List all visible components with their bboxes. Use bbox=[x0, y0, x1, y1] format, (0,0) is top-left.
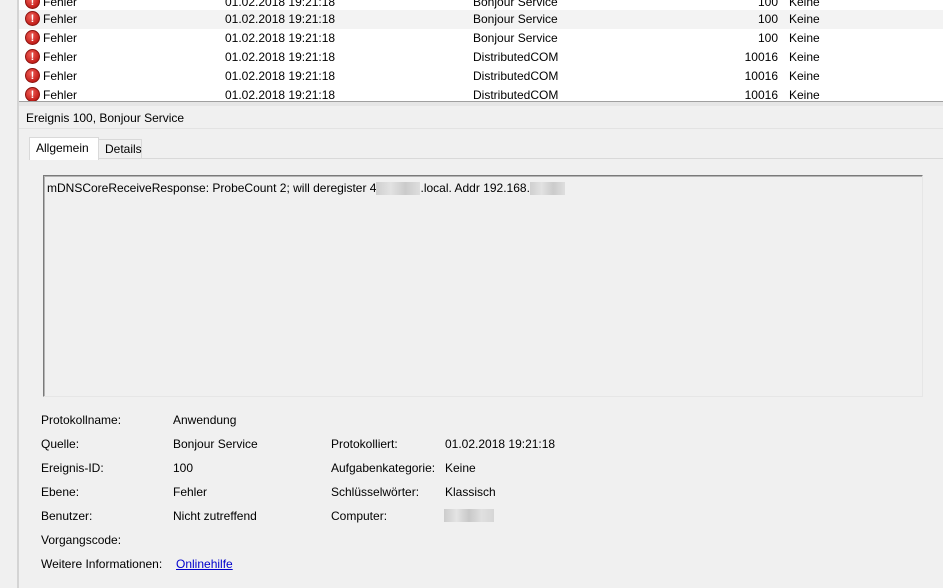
event-id-cell: 100 bbox=[757, 31, 778, 45]
date-cell: 01.02.2018 19:21:18 bbox=[225, 0, 336, 9]
redacted-hostname bbox=[376, 182, 421, 195]
logged-value: 01.02.2018 19:21:18 bbox=[445, 437, 556, 451]
table-row[interactable]: ! Fehler 01.02.2018 19:21:18 Distributed… bbox=[19, 67, 943, 86]
category-cell: Keine bbox=[789, 50, 820, 64]
error-icon: ! bbox=[25, 87, 40, 101]
message-text-part2: .local. Addr 192.168. bbox=[420, 181, 530, 195]
error-icon: ! bbox=[25, 30, 40, 45]
date-cell: 01.02.2018 19:21:18 bbox=[225, 69, 336, 83]
category-cell: Keine bbox=[789, 0, 820, 9]
log-name-value: Anwendung bbox=[173, 413, 237, 427]
event-message: mDNSCoreReceiveResponse: ProbeCount 2; w… bbox=[47, 181, 565, 195]
level-cell: Fehler bbox=[43, 31, 78, 45]
error-icon: ! bbox=[25, 0, 40, 9]
level-cell: Fehler bbox=[43, 0, 78, 9]
level-label: Ebene: bbox=[41, 485, 80, 499]
divider bbox=[19, 128, 943, 129]
redacted-address bbox=[529, 182, 565, 195]
date-cell: 01.02.2018 19:21:18 bbox=[225, 88, 336, 101]
category-cell: Keine bbox=[789, 12, 820, 26]
table-row[interactable]: ! Fehler 01.02.2018 19:21:18 Bonjour Ser… bbox=[19, 29, 943, 48]
redacted-computer-name bbox=[444, 509, 494, 522]
event-id-label: Ereignis-ID: bbox=[41, 461, 104, 475]
table-row[interactable]: ! Fehler 01.02.2018 19:21:18 Distributed… bbox=[19, 48, 943, 67]
event-id-cell: 100 bbox=[757, 12, 778, 26]
computer-label: Computer: bbox=[331, 509, 388, 523]
error-icon: ! bbox=[25, 68, 40, 83]
source-cell: Bonjour Service bbox=[473, 0, 558, 9]
keywords-label: Schlüsselwörter: bbox=[331, 485, 420, 499]
date-cell: 01.02.2018 19:21:18 bbox=[225, 31, 336, 45]
tab-panel-border bbox=[29, 158, 943, 159]
error-icon: ! bbox=[25, 11, 40, 26]
task-category-value: Keine bbox=[445, 461, 476, 475]
message-text-part1: mDNSCoreReceiveResponse: ProbeCount 2; w… bbox=[47, 181, 377, 195]
source-label: Quelle: bbox=[41, 437, 80, 451]
level-cell: Fehler bbox=[43, 12, 78, 26]
level-cell: Fehler bbox=[43, 88, 78, 101]
more-info-label: Weitere Informationen: bbox=[41, 557, 163, 571]
date-cell: 01.02.2018 19:21:18 bbox=[225, 12, 336, 26]
event-list[interactable]: ! Fehler 01.02.2018 19:21:18 Bonjour Ser… bbox=[19, 0, 943, 101]
tab-allgemein[interactable]: Allgemein bbox=[29, 137, 99, 160]
event-id-cell: 10016 bbox=[744, 69, 778, 83]
level-cell: Fehler bbox=[43, 69, 78, 83]
keywords-value: Klassisch bbox=[445, 485, 496, 499]
log-name-label: Protokollname: bbox=[41, 413, 122, 427]
level-cell: Fehler bbox=[43, 50, 78, 64]
opcode-label: Vorgangscode: bbox=[41, 533, 122, 547]
source-cell: DistributedCOM bbox=[473, 69, 559, 83]
category-cell: Keine bbox=[789, 31, 820, 45]
event-detail-title: Ereignis 100, Bonjour Service bbox=[26, 111, 185, 125]
event-viewer-window: ! Fehler 01.02.2018 19:21:18 Bonjour Ser… bbox=[0, 0, 943, 588]
source-cell: DistributedCOM bbox=[473, 50, 559, 64]
source-cell: Bonjour Service bbox=[473, 31, 558, 45]
pane-splitter[interactable] bbox=[19, 101, 943, 106]
error-icon: ! bbox=[25, 49, 40, 64]
event-message-box[interactable]: mDNSCoreReceiveResponse: ProbeCount 2; w… bbox=[43, 175, 923, 397]
date-cell: 01.02.2018 19:21:18 bbox=[225, 50, 336, 64]
source-cell: DistributedCOM bbox=[473, 88, 559, 101]
user-value: Nicht zutreffend bbox=[173, 509, 257, 523]
task-category-label: Aufgabenkategorie: bbox=[331, 461, 436, 475]
category-cell: Keine bbox=[789, 69, 820, 83]
event-id-value: 100 bbox=[173, 461, 194, 475]
source-cell: Bonjour Service bbox=[473, 12, 558, 26]
table-row[interactable]: ! Fehler 01.02.2018 19:21:18 Distributed… bbox=[19, 86, 943, 101]
level-value: Fehler bbox=[173, 485, 208, 499]
tab-details[interactable]: Details bbox=[98, 139, 142, 159]
logged-label: Protokolliert: bbox=[331, 437, 398, 451]
source-value: Bonjour Service bbox=[173, 437, 258, 451]
event-id-cell: 100 bbox=[757, 0, 778, 9]
category-cell: Keine bbox=[789, 88, 820, 101]
event-id-cell: 10016 bbox=[744, 50, 778, 64]
user-label: Benutzer: bbox=[41, 509, 93, 523]
event-id-cell: 10016 bbox=[744, 88, 778, 101]
table-row[interactable]: ! Fehler 01.02.2018 19:21:18 Bonjour Ser… bbox=[19, 10, 943, 29]
online-help-link[interactable]: Onlinehilfe bbox=[176, 557, 233, 571]
